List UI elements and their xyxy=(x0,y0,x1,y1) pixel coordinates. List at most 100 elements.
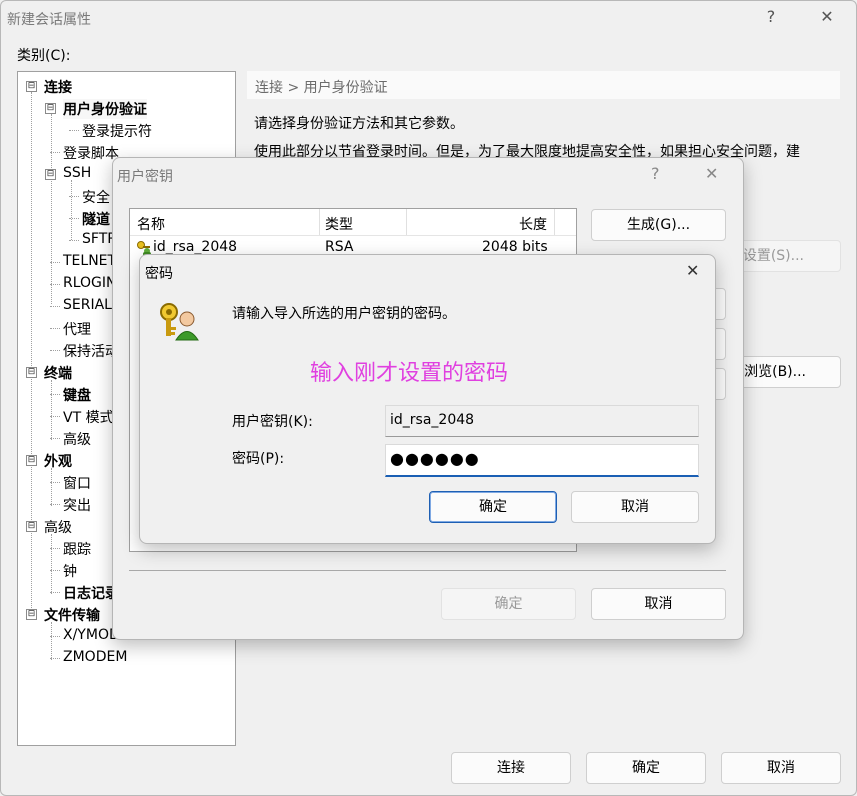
tree-connector-line xyxy=(50,306,60,307)
tree-item[interactable]: SSH xyxy=(63,165,91,181)
close-icon[interactable]: ✕ xyxy=(705,164,718,183)
tree-expander-icon[interactable]: ⊟ xyxy=(26,367,37,378)
tree-guide-line xyxy=(51,114,52,304)
tree-connector-line xyxy=(69,240,79,241)
tree-connector-line xyxy=(50,284,60,285)
tree-item[interactable]: ZMODEM xyxy=(63,649,127,665)
key-type-cell: RSA xyxy=(325,239,354,255)
tree-item[interactable]: 连接 xyxy=(44,77,72,97)
tree-guide-line xyxy=(31,92,32,612)
column-header-name[interactable]: 名称 xyxy=(137,214,165,234)
close-icon[interactable]: ✕ xyxy=(686,261,699,280)
tree-item[interactable]: 高级 xyxy=(44,517,72,537)
tree-expander-icon[interactable]: ⊟ xyxy=(26,521,37,532)
tree-item[interactable]: 安全 xyxy=(82,187,110,207)
user-key-dialog-title: 用户密钥 xyxy=(117,169,173,185)
tree-connector-line xyxy=(69,130,79,131)
tree-item[interactable]: 保持活动 xyxy=(63,341,119,361)
password-label: 密码(P): xyxy=(232,451,285,467)
tree-connector-line xyxy=(50,548,60,549)
password-cancel-button[interactable]: 取消 xyxy=(571,491,699,523)
tree-item[interactable]: SERIAL xyxy=(63,297,112,313)
tree-item[interactable]: VT 模式 xyxy=(63,407,114,427)
tree-item[interactable]: RLOGIN xyxy=(63,275,117,291)
tree-expander-icon[interactable]: ⊟ xyxy=(26,455,37,466)
user-key-ok-button[interactable]: 确定 xyxy=(441,588,576,620)
password-dialog-title: 密码 xyxy=(145,266,173,282)
tree-item[interactable]: TELNET xyxy=(63,253,116,269)
tree-connector-line xyxy=(69,196,79,197)
tree-item[interactable]: 窗口 xyxy=(63,473,91,493)
tree-item[interactable]: 登录提示符 xyxy=(82,121,152,141)
cancel-button[interactable]: 取消 xyxy=(721,752,841,784)
user-key-cancel-button[interactable]: 取消 xyxy=(591,588,726,620)
main-window-title: 新建会话属性 xyxy=(7,12,91,28)
section-header-bar: 连接 > 用户身份验证 xyxy=(247,71,840,99)
auth-description: 请选择身份验证方法和其它参数。 xyxy=(254,116,464,132)
dialog-separator xyxy=(129,570,726,571)
password-input[interactable]: ●●●●●● xyxy=(385,444,699,477)
column-divider xyxy=(554,209,555,235)
password-ok-button[interactable]: 确定 xyxy=(429,491,557,523)
tree-connector-line xyxy=(50,152,60,153)
tree-item[interactable]: 突出 xyxy=(63,495,91,515)
tree-item[interactable]: SFTP xyxy=(82,231,116,247)
help-icon[interactable]: ? xyxy=(761,7,781,27)
tree-connector-line xyxy=(50,592,60,593)
tree-item[interactable]: 外观 xyxy=(44,451,72,471)
password-prompt: 请输入导入所选的用户密钥的密码。 xyxy=(232,306,456,322)
tree-connector-line xyxy=(50,394,60,395)
tree-guide-line xyxy=(71,180,72,240)
tree-item[interactable]: 日志记录 xyxy=(63,583,119,603)
tree-guide-line xyxy=(51,380,52,440)
user-key-label: 用户密钥(K): xyxy=(232,414,313,430)
column-divider xyxy=(406,209,407,235)
tree-expander-icon[interactable]: ⊟ xyxy=(26,609,37,620)
ok-button[interactable]: 确定 xyxy=(586,752,706,784)
section-header: 连接 > 用户身份验证 xyxy=(255,80,388,96)
password-dialog: 密码 ✕ 请输入导入所选的用户密钥的密码。 输入刚才设置的密码 用户密钥(K):… xyxy=(139,254,716,544)
tree-connector-line xyxy=(50,636,60,637)
key-length-cell: 2048 bits xyxy=(482,239,548,255)
tree-connector-line xyxy=(50,328,60,329)
tree-connector-line xyxy=(69,218,79,219)
category-label: 类别(C): xyxy=(17,48,71,64)
tree-connector-line xyxy=(50,504,60,505)
tree-connector-line xyxy=(50,570,60,571)
generate-button[interactable]: 生成(G)... xyxy=(591,209,726,241)
key-list-header: 名称 类型 长度 xyxy=(130,209,576,236)
tree-connector-line xyxy=(50,416,60,417)
tree-item[interactable]: 文件传输 xyxy=(44,605,100,625)
tree-connector-line xyxy=(50,658,60,659)
key-name-cell: id_rsa_2048 xyxy=(153,239,238,255)
tree-item[interactable]: 终端 xyxy=(44,363,72,383)
tree-expander-icon[interactable]: ⊟ xyxy=(45,103,56,114)
tree-expander-icon[interactable]: ⊟ xyxy=(26,81,37,92)
main-titlebar[interactable]: 新建会话属性 ? ✕ xyxy=(1,1,856,33)
tree-item[interactable]: 隧道 xyxy=(82,209,110,229)
tree-expander-icon[interactable]: ⊟ xyxy=(45,169,56,180)
column-header-type[interactable]: 类型 xyxy=(325,214,353,234)
annotation-text: 输入刚才设置的密码 xyxy=(310,361,509,386)
tree-guide-line xyxy=(51,534,52,594)
user-key-icon xyxy=(160,303,199,341)
connect-button[interactable]: 连接 xyxy=(451,752,571,784)
column-divider xyxy=(319,209,320,235)
help-icon[interactable]: ? xyxy=(651,164,660,183)
column-header-length[interactable]: 长度 xyxy=(519,214,547,234)
tree-item[interactable]: 钟 xyxy=(63,561,77,581)
close-icon[interactable]: ✕ xyxy=(817,7,837,27)
tree-guide-line xyxy=(51,622,52,660)
tree-item[interactable]: 用户身份验证 xyxy=(63,99,147,119)
tree-item[interactable]: 高级 xyxy=(63,429,91,449)
tree-item[interactable]: 代理 xyxy=(63,319,91,339)
tree-item[interactable]: 键盘 xyxy=(63,385,91,405)
tree-connector-line xyxy=(50,262,60,263)
user-key-field: id_rsa_2048 xyxy=(385,405,699,437)
tree-connector-line xyxy=(50,438,60,439)
tree-connector-line xyxy=(50,350,60,351)
tree-item[interactable]: 跟踪 xyxy=(63,539,91,559)
tree-connector-line xyxy=(50,482,60,483)
tree-item[interactable]: 登录脚本 xyxy=(63,143,119,163)
tree-guide-line xyxy=(51,468,52,506)
